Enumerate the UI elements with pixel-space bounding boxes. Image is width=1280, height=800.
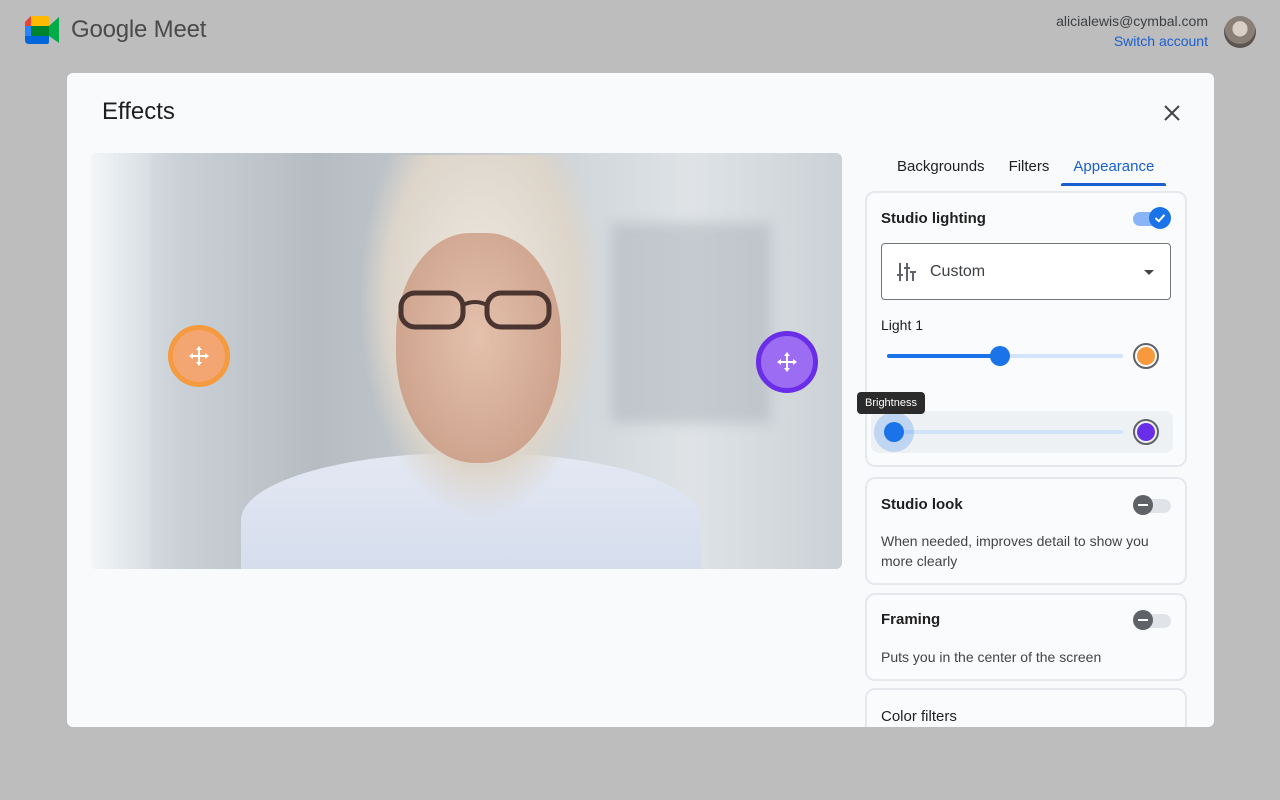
light-1-color-button[interactable] (1133, 343, 1159, 369)
tab-appearance[interactable]: Appearance (1061, 153, 1167, 186)
top-bar: Google Meet alicialewis@cymbal.com Switc… (0, 0, 1280, 64)
account-info: alicialewis@cymbal.com Switch account (1056, 13, 1208, 49)
color-filters-card: Color filters (865, 688, 1187, 727)
dialog-title: Effects (102, 98, 175, 125)
framing-description: Puts you in the center of the screen (881, 649, 1102, 665)
light-2-brightness-slider[interactable] (884, 422, 1123, 442)
dropdown-arrow-icon (1144, 270, 1154, 275)
tab-filters[interactable]: Filters (997, 153, 1062, 183)
light-1-brightness-slider[interactable] (887, 346, 1123, 366)
brightness-tooltip: Brightness (857, 392, 925, 414)
person-face (396, 233, 561, 463)
effects-dialog: Effects Backgrounds Filters Appearance S… (67, 73, 1214, 727)
tune-icon (897, 263, 916, 281)
glasses (398, 290, 552, 330)
framing-title: Framing (881, 611, 941, 628)
framing-card: Framing Puts you in the center of the sc… (865, 593, 1187, 681)
light-1-label: Light 1 (881, 317, 924, 333)
lighting-mode-value: Custom (930, 263, 986, 280)
studio-look-title: Studio look (881, 496, 963, 513)
light-2-color-button[interactable] (1133, 419, 1159, 445)
avatar[interactable] (1224, 16, 1256, 48)
lighting-mode-select[interactable]: Custom (881, 243, 1171, 300)
studio-lighting-toggle[interactable] (1133, 207, 1171, 229)
light-2-handle[interactable] (756, 331, 818, 393)
video-preview (91, 153, 842, 569)
close-button[interactable] (1160, 101, 1184, 125)
effects-tabs: Backgrounds Filters Appearance (867, 153, 1187, 186)
studio-lighting-card: Studio lighting Custom Light 1 (865, 191, 1187, 467)
minus-icon (1138, 619, 1148, 621)
move-icon (777, 352, 797, 372)
light-1-handle[interactable] (168, 325, 230, 387)
minus-icon (1138, 504, 1148, 506)
tab-backgrounds[interactable]: Backgrounds (885, 153, 997, 183)
account-email: alicialewis@cymbal.com (1056, 13, 1208, 29)
studio-lighting-title: Studio lighting (881, 210, 986, 227)
switch-account-link[interactable]: Switch account (1056, 33, 1208, 49)
move-icon (189, 346, 209, 366)
check-icon (1154, 214, 1166, 223)
studio-look-toggle[interactable] (1133, 495, 1171, 515)
color-filters-title: Color filters (881, 708, 957, 725)
studio-look-card: Studio look When needed, improves detail… (865, 477, 1187, 585)
slider-thumb[interactable] (990, 346, 1011, 366)
slider-thumb[interactable] (884, 422, 905, 442)
google-meet-logo: Google Meet (25, 16, 206, 44)
meet-icon (25, 16, 59, 44)
studio-look-description: When needed, improves detail to show you… (881, 533, 1149, 569)
framing-toggle[interactable] (1133, 610, 1171, 630)
close-icon (1164, 105, 1180, 121)
app-name: Google Meet (71, 16, 207, 43)
